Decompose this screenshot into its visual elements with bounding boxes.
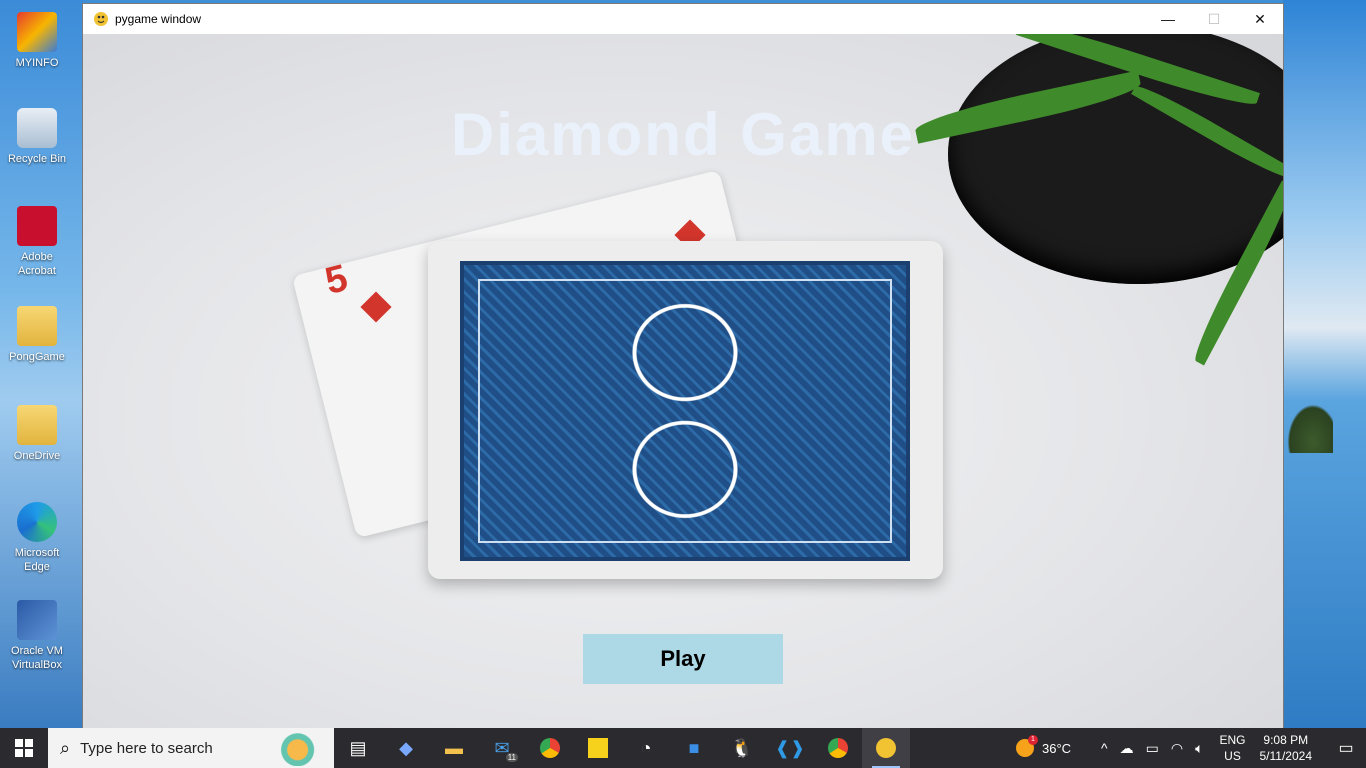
desktop-icon-myinfo[interactable]: MYINFO: [4, 12, 70, 70]
notification-icon: ▭: [1338, 740, 1354, 757]
window-titlebar[interactable]: pygame window — ☐ ✕: [83, 4, 1283, 35]
desktop-icon-label: Adobe Acrobat: [18, 251, 56, 277]
sticky-notes-button[interactable]: [574, 728, 622, 768]
wifi-icon[interactable]: ◠: [1171, 740, 1183, 757]
desktop-icon-label: MYINFO: [15, 57, 59, 69]
penguin-icon: 🐧: [730, 737, 754, 758]
language-region: US: [1224, 749, 1241, 763]
sticky-notes-icon: [588, 738, 608, 758]
desktop-island: [1283, 398, 1333, 453]
game-title: Diamond Game: [450, 101, 916, 168]
start-button[interactable]: [0, 728, 48, 768]
copilot-button[interactable]: ◆: [382, 728, 430, 768]
chrome-profile-button[interactable]: [814, 728, 862, 768]
desktop-icon-ponggame[interactable]: PongGame: [4, 306, 70, 364]
language-code: ENG: [1219, 733, 1246, 747]
store-icon: ■: [688, 737, 700, 758]
mail-badge: 11: [505, 753, 518, 762]
maximize-button[interactable]: ☐: [1191, 4, 1237, 34]
language-indicator[interactable]: ENG US: [1219, 732, 1245, 764]
edge-icon: [17, 502, 57, 542]
volume-icon[interactable]: 🔈︎: [1195, 740, 1203, 757]
clock-app-icon: ◔: [640, 737, 652, 758]
weather-widget[interactable]: 1 36°C: [1016, 735, 1072, 757]
folder-icon: ▬: [445, 737, 463, 758]
weather-sun-icon: 1: [1016, 735, 1038, 757]
desktop-icon-virtualbox[interactable]: Oracle VM VirtualBox: [4, 600, 70, 672]
windows-logo-icon: [15, 739, 33, 757]
task-view-button[interactable]: ▤: [334, 728, 382, 768]
desktop-icon-recycle-bin[interactable]: Recycle Bin: [4, 108, 70, 166]
mail-button[interactable]: ✉ 11: [478, 728, 526, 768]
pygame-taskbar-button[interactable]: [862, 728, 910, 768]
task-view-icon: ▤: [349, 737, 367, 758]
cloud-icon[interactable]: ☁: [1120, 740, 1134, 757]
taskbar-search-box[interactable]: ⌕ Type here to search: [48, 728, 334, 768]
minimize-button[interactable]: —: [1145, 4, 1191, 34]
card-back-face: [428, 241, 943, 579]
myinfo-icon: [17, 12, 57, 52]
card-inner-frame: [478, 279, 892, 543]
close-button[interactable]: ✕: [1237, 4, 1283, 34]
clock-app-button[interactable]: ◔: [622, 728, 670, 768]
pygame-window: pygame window — ☐ ✕ 5 Diamond Game Play: [83, 4, 1283, 728]
game-canvas[interactable]: 5 Diamond Game Play: [83, 34, 1283, 728]
taskbar-clock[interactable]: 9:08 PM 5/11/2024: [1260, 732, 1313, 764]
pygame-icon: [876, 738, 896, 758]
desktop-icon-onedrive[interactable]: OneDrive: [4, 405, 70, 463]
store-button[interactable]: ■: [670, 728, 718, 768]
desktop-icon-adobe-acrobat[interactable]: Adobe Acrobat: [4, 206, 70, 278]
folder-icon: [17, 405, 57, 445]
desktop-background-right: [1283, 0, 1366, 728]
linux-button[interactable]: 🐧: [718, 728, 766, 768]
desktop-icon-label: PongGame: [9, 351, 65, 363]
search-icon: ⌕: [60, 737, 71, 758]
desktop-icon-label: OneDrive: [13, 450, 61, 462]
chevron-up-icon[interactable]: ^: [1101, 740, 1108, 756]
vscode-button[interactable]: ❰❱: [766, 728, 814, 768]
battery-icon[interactable]: ▭: [1146, 740, 1159, 757]
taskbar: ⌕ Type here to search ▤ ◆ ▬ ✉ 11 ◔ ■ 🐧 ❰…: [0, 728, 1366, 768]
search-highlight-image: [276, 730, 330, 766]
recycle-bin-icon: [17, 108, 57, 148]
chrome-icon: [540, 738, 560, 758]
folder-icon: [17, 306, 57, 346]
copilot-icon: ◆: [399, 737, 413, 758]
window-title: pygame window: [115, 12, 202, 26]
desktop-icon-label: Microsoft Edge: [14, 547, 60, 573]
desktop-icon-edge[interactable]: Microsoft Edge: [4, 502, 70, 574]
virtualbox-icon: [17, 600, 57, 640]
vscode-icon: ❰❱: [774, 737, 806, 758]
chrome-button[interactable]: [526, 728, 574, 768]
chrome-icon: [828, 738, 848, 758]
pygame-icon: [94, 12, 108, 26]
weather-temperature: 36°C: [1042, 740, 1072, 756]
weather-badge: 1: [1028, 735, 1038, 745]
play-button[interactable]: Play: [583, 634, 783, 684]
file-explorer-button[interactable]: ▬: [430, 728, 478, 768]
adobe-acrobat-icon: [17, 206, 57, 246]
notification-button[interactable]: ▭: [1326, 738, 1366, 758]
desktop-icon-label: Oracle VM VirtualBox: [11, 645, 63, 671]
clock-date: 5/11/2024: [1259, 749, 1313, 763]
search-placeholder: Type here to search: [80, 739, 213, 757]
system-tray: 1 36°C ^ ☁ ▭ ◠ 🔈︎ ENG US 9:08 PM 5/11/20…: [1016, 728, 1366, 768]
card-back-pattern: [460, 261, 910, 561]
desktop-icon-label: Recycle Bin: [7, 153, 67, 165]
clock-time: 9:08 PM: [1263, 733, 1309, 747]
